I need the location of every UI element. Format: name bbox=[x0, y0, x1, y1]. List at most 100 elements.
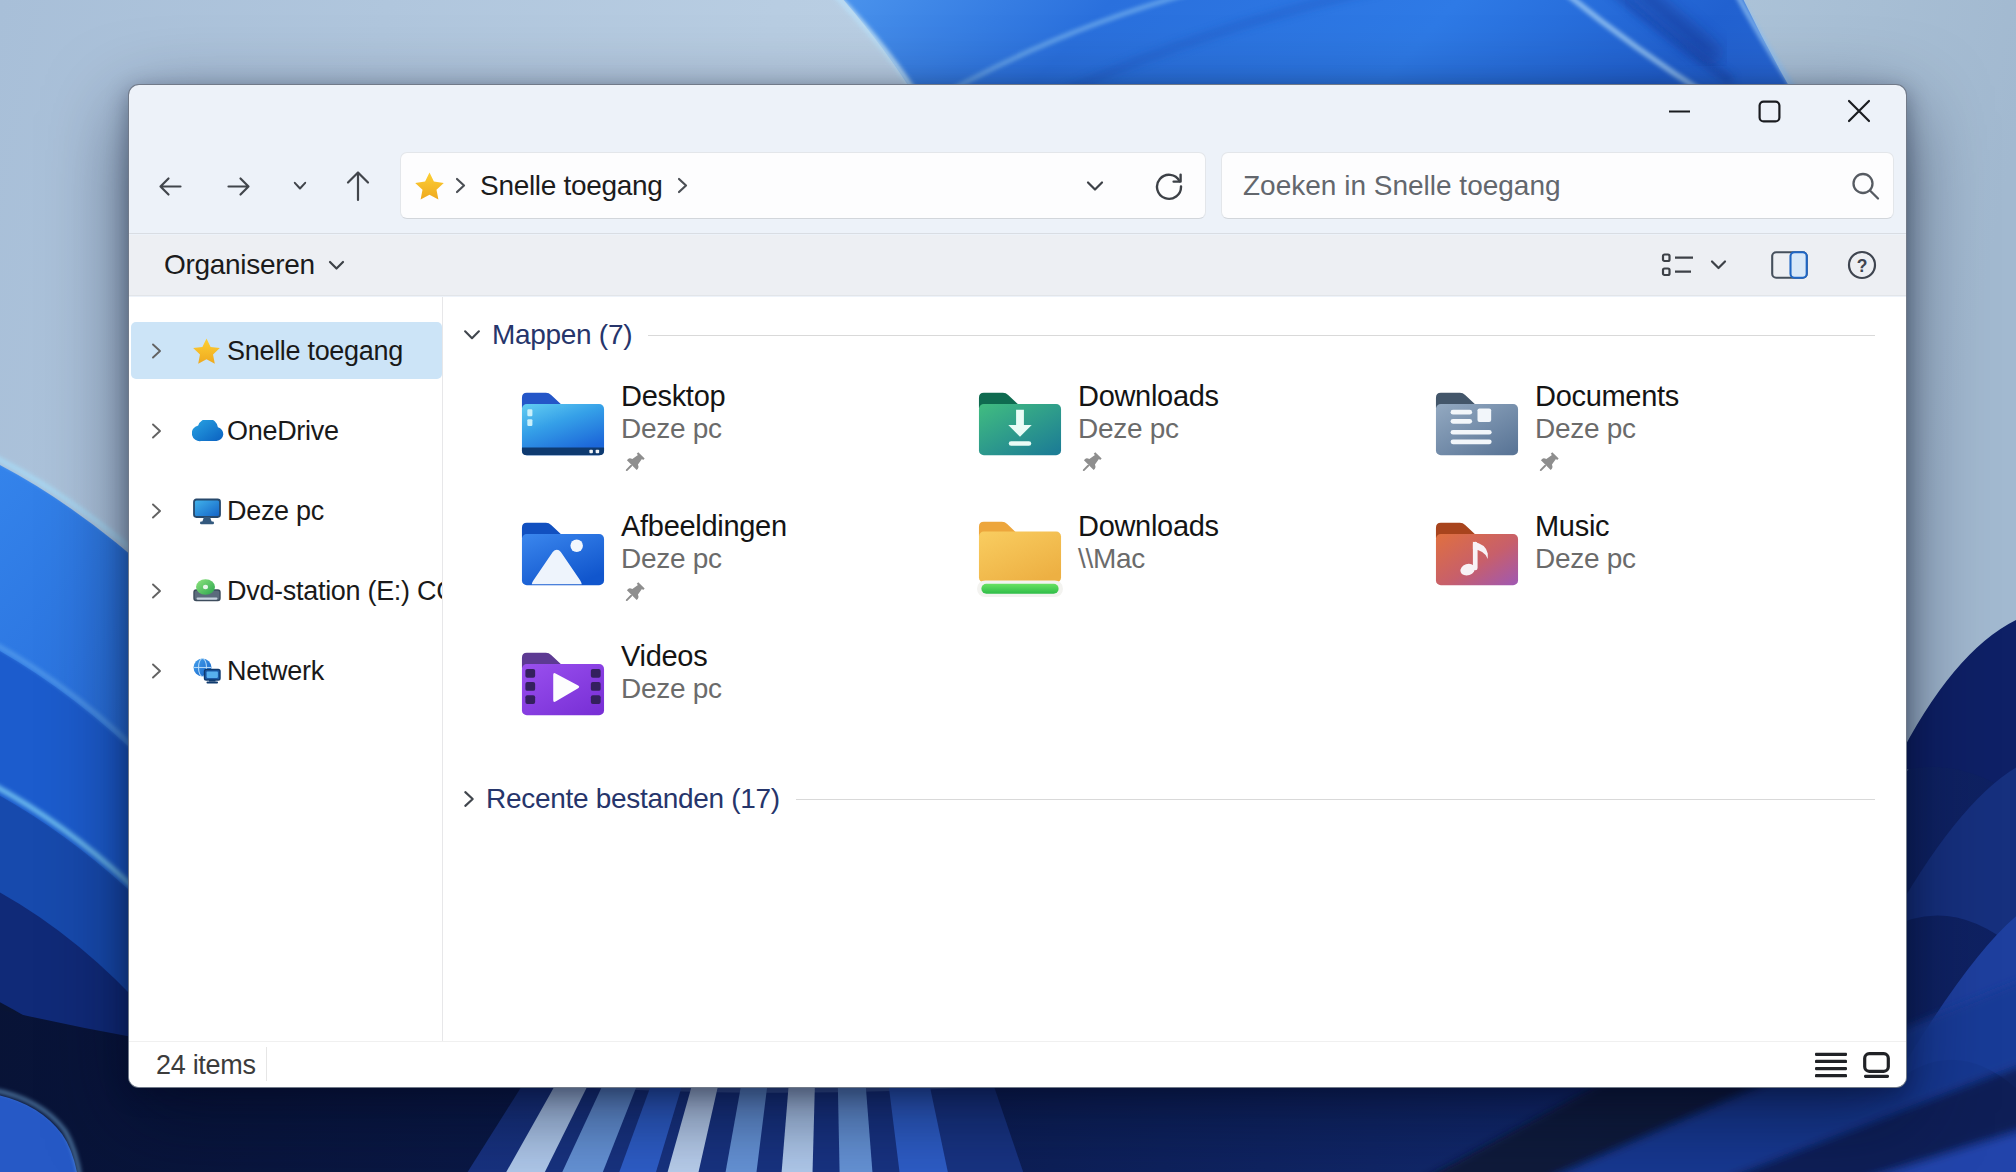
forward-icon bbox=[227, 176, 251, 197]
breadcrumb-chevron-icon bbox=[677, 177, 688, 194]
refresh-button[interactable] bbox=[1137, 158, 1201, 214]
items-count: 24 items bbox=[156, 1049, 256, 1080]
quick-access-star-icon bbox=[192, 337, 221, 365]
expand-chevron-icon[interactable] bbox=[463, 790, 475, 808]
group-title: Recente bestanden (17) bbox=[486, 783, 780, 815]
list-view-button[interactable] bbox=[1815, 1052, 1847, 1077]
tile-text: DownloadsDeze pc bbox=[1078, 378, 1412, 478]
folder-tile-grid: DesktopDeze pc DownloadsDeze pc Doc bbox=[502, 382, 1882, 772]
expand-chevron-icon[interactable] bbox=[151, 422, 162, 439]
thumbnail-view-icon bbox=[1863, 1052, 1890, 1078]
minimize-button[interactable] bbox=[1634, 85, 1724, 137]
list-view-icon bbox=[1815, 1052, 1847, 1077]
quick-access-star-icon bbox=[414, 171, 445, 201]
tile-text: MusicDeze pc bbox=[1535, 508, 1869, 574]
breadcrumb-chevron-icon bbox=[455, 177, 466, 194]
tile-name: Videos bbox=[621, 638, 955, 674]
pin-icon bbox=[1535, 450, 1563, 478]
network-icon bbox=[192, 657, 222, 685]
preview-pane-icon bbox=[1771, 251, 1808, 279]
folder-shared-downloads-icon bbox=[977, 515, 1063, 595]
back-button[interactable] bbox=[142, 157, 198, 215]
content-area: Snelle toegang OneDrive Deze pc Dvd-stat… bbox=[129, 297, 1906, 1041]
breadcrumb-item[interactable]: Snelle toegang bbox=[480, 170, 663, 202]
expand-chevron-icon[interactable] bbox=[151, 582, 162, 599]
folder-tile-afbeeldingen[interactable]: AfbeeldingenDeze pc bbox=[502, 512, 959, 642]
tile-location: Deze pc bbox=[621, 544, 955, 574]
folder-tile-videos[interactable]: VideosDeze pc bbox=[502, 642, 959, 772]
collapse-chevron-icon[interactable] bbox=[463, 329, 481, 341]
pin-icon bbox=[621, 580, 649, 608]
refresh-icon bbox=[1154, 171, 1184, 201]
maximize-icon bbox=[1758, 100, 1781, 123]
status-bar: 24 items bbox=[129, 1041, 1906, 1087]
chevron-down-icon bbox=[293, 181, 307, 191]
tile-name: Downloads bbox=[1078, 378, 1412, 414]
expand-chevron-icon[interactable] bbox=[151, 342, 162, 359]
command-bar: Organiseren bbox=[129, 235, 1906, 296]
folder-tile-downloads[interactable]: Downloads\\Mac bbox=[959, 512, 1416, 642]
help-button[interactable]: ? bbox=[1847, 250, 1877, 280]
sidebar-item-deze-pc[interactable]: Deze pc bbox=[131, 482, 442, 539]
tile-text: Downloads\\Mac bbox=[1078, 508, 1412, 574]
address-dropdown-button[interactable] bbox=[1063, 158, 1127, 214]
tile-location: \\Mac bbox=[1078, 544, 1412, 574]
forward-button[interactable] bbox=[211, 157, 267, 215]
folder-videos-icon bbox=[520, 645, 606, 725]
address-bar[interactable]: Snelle toegang bbox=[400, 152, 1206, 219]
expand-chevron-icon[interactable] bbox=[151, 502, 162, 519]
tile-text: AfbeeldingenDeze pc bbox=[621, 508, 955, 608]
history-dropdown-button[interactable] bbox=[272, 157, 328, 215]
sidebar-item-onedrive[interactable]: OneDrive bbox=[131, 402, 442, 459]
pin-icon bbox=[621, 450, 649, 478]
group-rule bbox=[796, 799, 1875, 800]
sidebar-item-snelle-toegang[interactable]: Snelle toegang bbox=[131, 322, 442, 379]
folder-tile-downloads[interactable]: DownloadsDeze pc bbox=[959, 382, 1416, 512]
folder-tile-music[interactable]: MusicDeze pc bbox=[1416, 512, 1873, 642]
close-button[interactable] bbox=[1814, 85, 1904, 137]
sidebar-item-netwerk[interactable]: Netwerk bbox=[131, 642, 442, 699]
expand-chevron-icon[interactable] bbox=[151, 662, 162, 679]
tile-name: Afbeeldingen bbox=[621, 508, 955, 544]
navigation-toolbar: Snelle toegang bbox=[129, 149, 1906, 234]
view-options-button[interactable] bbox=[1661, 253, 1695, 278]
group-header[interactable]: Recente bestanden (17) bbox=[463, 775, 1875, 823]
folder-tile-desktop[interactable]: DesktopDeze pc bbox=[502, 382, 959, 512]
view-dropdown-button[interactable] bbox=[1710, 260, 1727, 271]
up-icon bbox=[345, 170, 371, 202]
organize-label: Organiseren bbox=[164, 249, 315, 281]
tile-name: Documents bbox=[1535, 378, 1869, 414]
folder-documents-icon bbox=[1434, 385, 1520, 465]
view-options-icon bbox=[1661, 253, 1695, 278]
organize-button[interactable]: Organiseren bbox=[164, 235, 345, 295]
caption-buttons bbox=[1634, 85, 1904, 137]
search-icon bbox=[1850, 170, 1881, 201]
tile-name: Downloads bbox=[1078, 508, 1412, 544]
chevron-down-icon bbox=[328, 260, 345, 271]
folder-desktop-icon bbox=[520, 385, 606, 465]
tile-text: DocumentsDeze pc bbox=[1535, 378, 1869, 478]
tile-location: Deze pc bbox=[621, 674, 955, 704]
maximize-button[interactable] bbox=[1724, 85, 1814, 137]
group-header[interactable]: Mappen (7) bbox=[463, 311, 1875, 359]
this-pc-monitor-icon bbox=[192, 497, 222, 525]
close-icon bbox=[1847, 99, 1871, 123]
sidebar-item-label: Snelle toegang bbox=[227, 335, 403, 366]
sidebar-item-label: OneDrive bbox=[227, 415, 339, 446]
status-divider bbox=[266, 1047, 267, 1081]
thumbnail-view-button[interactable] bbox=[1863, 1052, 1890, 1078]
chevron-down-icon bbox=[1710, 260, 1727, 271]
desktop: Snelle toegang bbox=[0, 0, 2016, 1172]
tile-location: Deze pc bbox=[621, 414, 955, 444]
sidebar-item-dvd-station-e-cccc[interactable]: Dvd-station (E:) CCCC bbox=[131, 562, 442, 619]
folder-tile-documents[interactable]: DocumentsDeze pc bbox=[1416, 382, 1873, 512]
folder-view: Mappen (7) DesktopDeze pc DownloadsDeze … bbox=[443, 297, 1906, 1041]
folder-music-icon bbox=[1434, 515, 1520, 595]
sidebar-item-label: Netwerk bbox=[227, 655, 324, 686]
search-input[interactable] bbox=[1222, 153, 1893, 218]
up-button[interactable] bbox=[330, 157, 386, 215]
svg-text:?: ? bbox=[1857, 256, 1867, 276]
preview-pane-button[interactable] bbox=[1771, 251, 1808, 279]
titlebar bbox=[129, 85, 1906, 149]
group-rule bbox=[648, 335, 1875, 336]
